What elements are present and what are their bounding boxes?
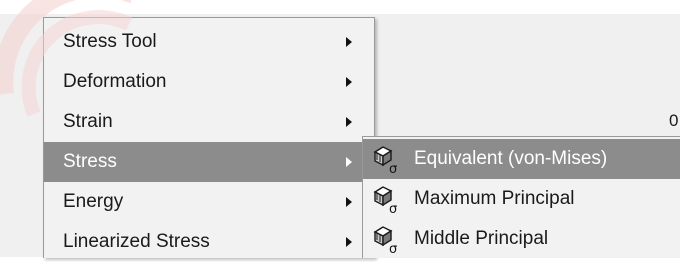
- submenu-item-label: Middle Principal: [414, 228, 549, 249]
- stress-result-icon: σ: [373, 226, 397, 254]
- submenu-item-label: Maximum Principal: [414, 188, 575, 209]
- context-menu: Stress Tool Deformation Strain Stress En…: [43, 17, 375, 258]
- stress-result-icon: σ: [373, 186, 397, 214]
- stress-result-icon: σ: [373, 146, 397, 174]
- chevron-right-icon: [346, 237, 352, 247]
- value-readout: 0: [669, 111, 679, 130]
- submenu-item-label: Equivalent (von-Mises): [414, 148, 608, 169]
- menu-item-label: Deformation: [63, 71, 167, 92]
- stress-submenu: σ Equivalent (von-Mises) σ Maximum Princ…: [362, 136, 680, 258]
- chevron-right-icon: [346, 157, 352, 167]
- submenu-item-middle-principal[interactable]: σ Middle Principal: [363, 219, 680, 259]
- menu-item-label: Stress: [63, 151, 117, 172]
- menu-item-label: Linearized Stress: [63, 231, 210, 252]
- sigma-symbol: σ: [389, 202, 397, 214]
- menu-item-linearized-stress[interactable]: Linearized Stress: [44, 222, 374, 262]
- menu-item-label: Stress Tool: [63, 31, 157, 52]
- menu-item-stress[interactable]: Stress: [44, 142, 374, 182]
- sigma-symbol: σ: [389, 162, 397, 174]
- chevron-right-icon: [346, 77, 352, 87]
- menu-item-label: Strain: [63, 111, 113, 132]
- chevron-right-icon: [346, 117, 352, 127]
- menu-item-stress-tool[interactable]: Stress Tool: [44, 22, 374, 62]
- menu-item-label: Energy: [63, 191, 124, 212]
- submenu-item-maximum-principal[interactable]: σ Maximum Principal: [363, 179, 680, 219]
- menu-item-strain[interactable]: Strain: [44, 102, 374, 142]
- menu-item-deformation[interactable]: Deformation: [44, 62, 374, 102]
- chevron-right-icon: [346, 37, 352, 47]
- submenu-item-equivalent-von-mises[interactable]: σ Equivalent (von-Mises): [363, 139, 680, 179]
- sigma-symbol: σ: [389, 242, 397, 254]
- menu-item-energy[interactable]: Energy: [44, 182, 374, 222]
- chevron-right-icon: [346, 197, 352, 207]
